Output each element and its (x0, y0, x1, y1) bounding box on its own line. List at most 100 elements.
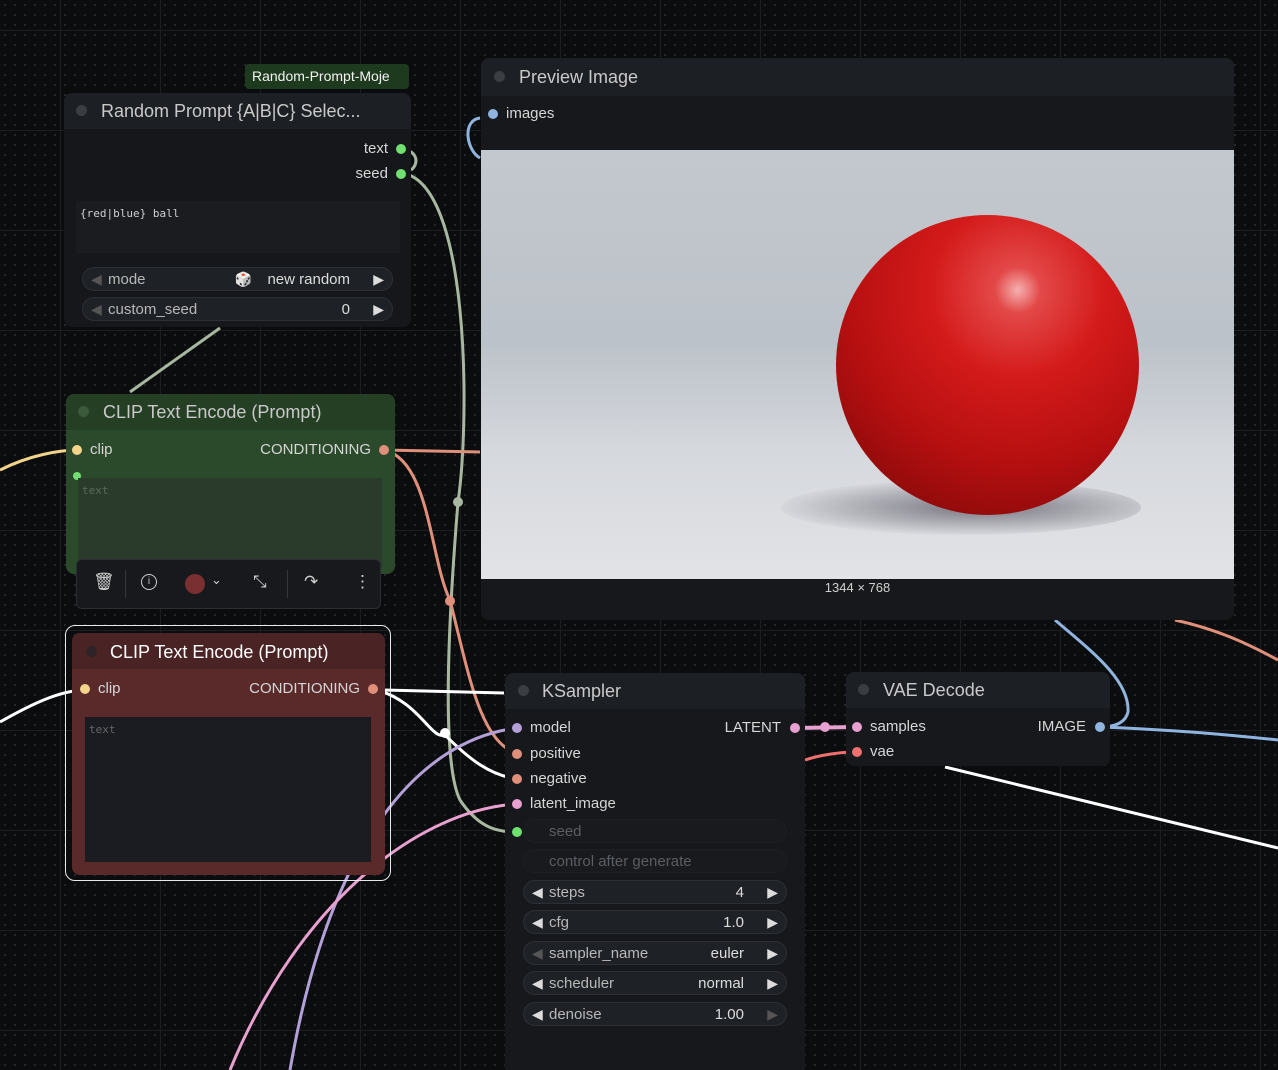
input-label-clip: clip (90, 441, 113, 458)
output-label-seed: seed (355, 165, 388, 182)
widget-value: normal (698, 975, 744, 992)
color-icon[interactable] (185, 574, 205, 594)
output-label-latent: LATENT (724, 719, 781, 736)
widget-label: custom_seed (108, 301, 198, 318)
increment-icon[interactable]: ▶ (767, 914, 778, 931)
output-label-conditioning: CONDITIONING (260, 441, 371, 458)
widget-value: euler (710, 945, 744, 962)
widget-label: scheduler (549, 975, 615, 992)
collapse-dot[interactable] (78, 406, 89, 417)
input-port-samples[interactable] (852, 722, 862, 732)
preview-image-node[interactable]: Preview Image images 1344 × 768 (481, 58, 1234, 620)
increment-icon[interactable]: ▶ (373, 301, 384, 318)
collapse-dot[interactable] (494, 71, 505, 82)
input-port-positive[interactable] (512, 749, 522, 759)
output-port-conditioning[interactable] (379, 445, 389, 455)
cfg-widget[interactable]: ◀ cfg 1.0 ▶ (523, 910, 787, 934)
collapse-icon[interactable]: ⤡ (253, 572, 267, 592)
output-port-image[interactable] (1095, 722, 1105, 732)
steps-widget[interactable]: ◀ steps 4 ▶ (523, 880, 787, 904)
trash-icon[interactable]: 🗑 (93, 572, 115, 592)
sampler-name-widget[interactable]: ◀ sampler_name euler ▶ (523, 941, 787, 965)
decrement-icon[interactable]: ◀ (532, 975, 543, 992)
widget-label: cfg (549, 914, 570, 931)
output-label-conditioning: CONDITIONING (249, 680, 360, 697)
denoise-widget[interactable]: ◀ denoise 1.00 ▶ (523, 1002, 787, 1026)
input-port-clip[interactable] (72, 445, 82, 455)
input-label-model: model (530, 719, 571, 736)
reroute-point[interactable] (440, 728, 450, 738)
input-port-model[interactable] (512, 723, 522, 733)
mode-widget[interactable]: ◀ mode 🎲 new random ▶ (82, 267, 393, 291)
output-port-conditioning[interactable] (368, 684, 378, 694)
decrement-icon[interactable]: ◀ (91, 271, 102, 288)
input-label-images: images (506, 105, 555, 122)
text-area[interactable]: text (78, 478, 382, 568)
output-label-image: IMAGE (1037, 718, 1086, 735)
input-label-samples: samples (870, 718, 926, 735)
control-after-generate-disabled: control after generate (523, 849, 787, 873)
node-title: CLIP Text Encode (Prompt) (103, 402, 322, 422)
input-port-vae[interactable] (852, 747, 862, 757)
link-image-output (1099, 725, 1278, 742)
link-conditioning-right (1174, 618, 1278, 662)
output-port-text[interactable] (396, 144, 406, 154)
link-white-right (944, 765, 1278, 850)
vae-decode-node[interactable]: VAE Decode samples IMAGE vae (846, 672, 1110, 766)
increment-icon[interactable]: ▶ (767, 945, 778, 962)
input-label-positive: positive (530, 745, 581, 762)
collapse-dot[interactable] (76, 105, 87, 116)
decrement-icon[interactable]: ◀ (532, 914, 543, 931)
node-title: Random Prompt {A|B|C} Selec... (101, 101, 361, 121)
chevron-down-icon[interactable]: ⌄ (211, 572, 222, 588)
group-label-text: Random-Prompt-Moje (252, 68, 390, 84)
ksampler-node[interactable]: KSampler model LATENT positive negative … (505, 673, 805, 1070)
info-icon[interactable]: i (141, 574, 157, 590)
decrement-icon[interactable]: ◀ (532, 884, 543, 901)
output-port-seed[interactable] (396, 169, 406, 179)
widget-label: seed (549, 823, 582, 840)
decrement-icon[interactable]: ◀ (532, 945, 543, 962)
widget-label: control after generate (549, 853, 692, 870)
dice-icon: 🎲 (234, 271, 252, 287)
collapse-dot[interactable] (518, 685, 529, 696)
input-port-negative[interactable] (512, 774, 522, 784)
widget-value: new random (267, 271, 350, 288)
image-dimensions: 1344 × 768 (824, 580, 891, 595)
preview-image[interactable] (481, 150, 1234, 579)
link-text-to-clip (129, 326, 221, 394)
widget-label: mode (108, 271, 146, 288)
input-port-images[interactable] (488, 109, 498, 119)
reroute-point[interactable] (820, 722, 830, 732)
more-icon[interactable]: ⋮ (354, 572, 371, 592)
increment-icon[interactable]: ▶ (767, 1006, 778, 1023)
increment-icon[interactable]: ▶ (767, 975, 778, 992)
decrement-icon[interactable]: ◀ (91, 301, 102, 318)
divider (287, 570, 288, 598)
bypass-icon[interactable]: ↷ (304, 572, 318, 592)
divider (125, 570, 126, 598)
reroute-point[interactable] (453, 497, 463, 507)
red-ball (836, 215, 1139, 515)
input-port-clip[interactable] (80, 684, 90, 694)
increment-icon[interactable]: ▶ (767, 884, 778, 901)
reroute-point[interactable] (445, 596, 455, 606)
custom-seed-widget[interactable]: ◀ custom_seed 0 ▶ (82, 297, 393, 321)
widget-label: denoise (549, 1006, 602, 1023)
collapse-dot[interactable] (858, 684, 869, 695)
prompt-textarea[interactable]: {red|blue} ball (76, 201, 400, 253)
text-area[interactable]: text (85, 717, 371, 862)
input-label-negative: negative (530, 770, 587, 787)
clip-text-encode-red-node[interactable]: CLIP Text Encode (Prompt) clip CONDITION… (72, 633, 385, 875)
node-title: CLIP Text Encode (Prompt) (110, 642, 329, 662)
decrement-icon[interactable]: ◀ (532, 1006, 543, 1023)
clip-text-encode-green-node[interactable]: CLIP Text Encode (Prompt) clip CONDITION… (66, 394, 395, 574)
widget-label: sampler_name (549, 945, 649, 962)
input-port-seed[interactable] (512, 827, 522, 837)
collapse-dot[interactable] (86, 646, 97, 657)
scheduler-widget[interactable]: ◀ scheduler normal ▶ (523, 971, 787, 995)
output-port-latent[interactable] (790, 723, 800, 733)
random-prompt-node[interactable]: Random Prompt {A|B|C} Selec... text seed… (64, 93, 411, 327)
input-port-latent-image[interactable] (512, 799, 522, 809)
increment-icon[interactable]: ▶ (373, 271, 384, 288)
